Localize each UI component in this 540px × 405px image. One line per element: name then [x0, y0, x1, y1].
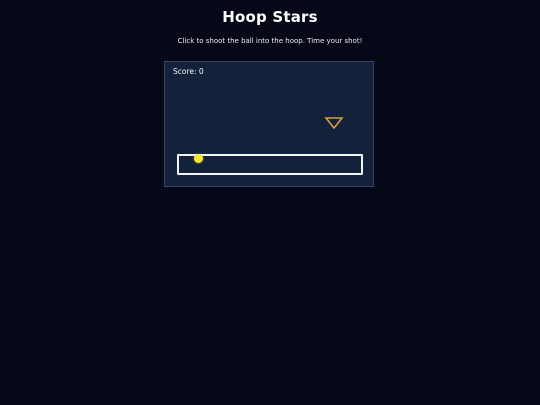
page-title: Hoop Stars: [222, 8, 318, 26]
game-page: Hoop Stars Click to shoot the ball into …: [0, 0, 540, 405]
game-court[interactable]: Score: 0: [164, 61, 374, 187]
shot-timing-bar[interactable]: [177, 154, 363, 175]
ball-icon[interactable]: [194, 154, 203, 163]
score-display: Score: 0: [173, 67, 204, 76]
instructions-text: Click to shoot the ball into the hoop. T…: [177, 37, 363, 45]
hoop-icon: [324, 117, 344, 130]
